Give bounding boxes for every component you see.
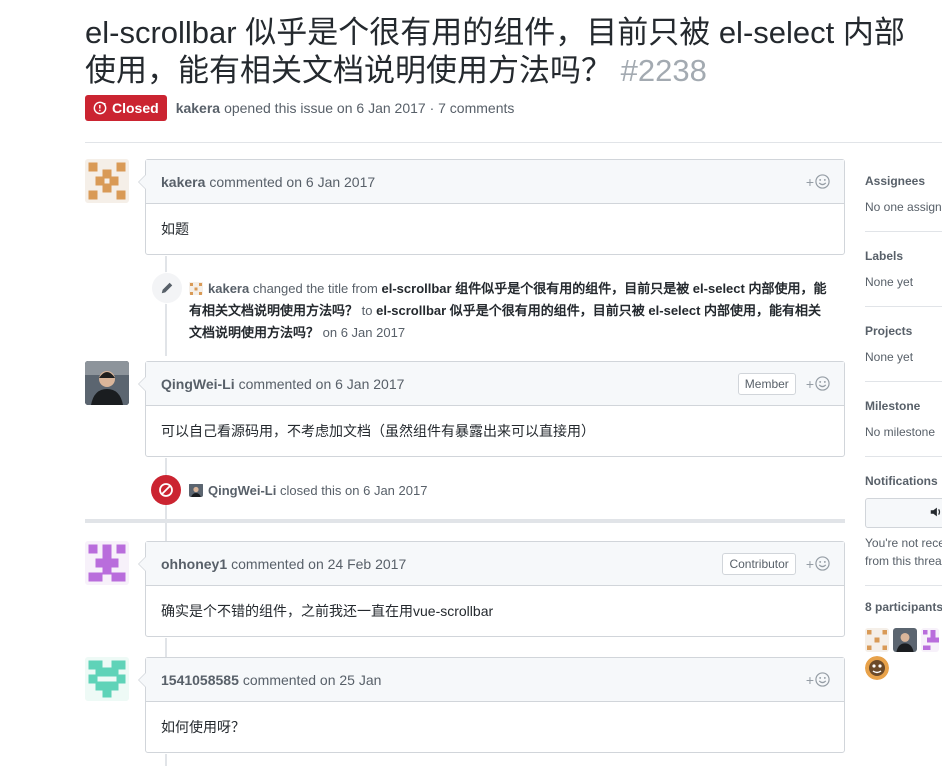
avatar-ohhoney1[interactable] (85, 541, 129, 585)
sidebar-heading[interactable]: Milestone (865, 399, 942, 413)
circle-slash-icon (151, 475, 181, 505)
issue-opened-text: opened this issue on 6 Jan 2017 · 7 comm… (224, 100, 515, 116)
issue-title-text: el-scrollbar 似乎是个很有用的组件，目前只被 el-select 内… (85, 15, 905, 88)
rename-event: kakera changed the title from el-scrollb… (189, 278, 834, 344)
comment-author[interactable]: QingWei-Li (161, 376, 235, 392)
comment-author[interactable]: 1541058585 (161, 672, 239, 688)
avatar-qingwei-li-small[interactable] (189, 483, 203, 497)
rename-text: changed the title from (252, 281, 378, 296)
comment-author[interactable]: kakera (161, 174, 205, 190)
comment-body: 如题 (161, 221, 189, 237)
comment-1: kakera commented on 6 Jan 2017 + 如题 (138, 159, 845, 255)
sidebar-heading[interactable]: Projects (865, 324, 942, 338)
status-label: Closed (112, 100, 159, 116)
comment-author[interactable]: ohhoney1 (161, 556, 227, 572)
add-reaction-button[interactable]: + (806, 556, 830, 572)
comment-header: 1541058585 commented on 25 Jan + (146, 658, 844, 702)
participant-avatar[interactable] (865, 628, 889, 652)
add-reaction-button[interactable]: + (806, 174, 830, 190)
sidebar-assignees[interactable]: Assignees No one assigne (865, 174, 942, 214)
closed-divider (85, 519, 845, 523)
comment-header: ohhoney1 commented on 24 Feb 2017 Contri… (146, 542, 844, 586)
avatar-qingwei-li[interactable] (85, 361, 129, 405)
sidebar-projects[interactable]: Projects None yet (865, 324, 942, 364)
sidebar-heading[interactable]: Assignees (865, 174, 942, 188)
issue-number: #2238 (620, 53, 707, 88)
sidebar-value: No milestone (865, 425, 936, 439)
sidebar-participants: 8 participants (865, 600, 942, 614)
closed-issue-icon (93, 101, 107, 115)
avatar-kakera[interactable] (85, 159, 129, 203)
speaker-icon (930, 507, 941, 517)
sidebar-value: No one assigne (865, 200, 942, 214)
avatar-1541058585[interactable] (85, 657, 129, 701)
sidebar-notifications: Notifications (865, 474, 942, 488)
comment-timestamp[interactable]: commented on 24 Feb 2017 (231, 556, 406, 572)
comment-3: ohhoney1 commented on 24 Feb 2017 Contri… (138, 541, 845, 637)
rename-text: to (361, 303, 373, 318)
divider (865, 231, 942, 232)
timeline-line (165, 256, 167, 356)
notifications-note: You're not rece from this threa (865, 534, 942, 570)
issue-author-link[interactable]: kakera (176, 100, 220, 116)
subscribe-button[interactable] (865, 498, 942, 528)
participants-list (865, 628, 942, 680)
sidebar-milestone[interactable]: Milestone No milestone (865, 399, 942, 439)
notification-reason: from this threa (865, 554, 942, 568)
smiley-icon (815, 672, 830, 687)
status-badge: Closed (85, 95, 167, 121)
add-reaction-button[interactable]: + (806, 672, 830, 688)
rename-timestamp[interactable]: on 6 Jan 2017 (323, 325, 405, 340)
participant-avatar[interactable] (865, 656, 889, 680)
closed-by[interactable]: QingWei-Li (208, 483, 276, 498)
pencil-icon (151, 272, 183, 304)
sidebar-value: None yet (865, 350, 914, 364)
divider (865, 306, 942, 307)
comment-body: 可以自己看源码用，不考虑加文档（虽然组件有暴露出来可以直接用） (161, 423, 595, 439)
comment-body: 确实是个不错的组件，之前我还一直在用vue-scrollbar (161, 603, 494, 619)
issue-meta: Closed kakera opened this issue on 6 Jan… (85, 95, 514, 121)
comment-timestamp[interactable]: commented on 6 Jan 2017 (209, 174, 375, 190)
notification-reason: You're not rece (865, 536, 942, 550)
divider (865, 381, 942, 382)
sidebar-heading[interactable]: Labels (865, 249, 942, 263)
comment-timestamp[interactable]: commented on 6 Jan 2017 (239, 376, 405, 392)
timeline-line (165, 754, 167, 766)
divider (85, 142, 942, 143)
issue-title: el-scrollbar 似乎是个很有用的组件，目前只被 el-select 内… (85, 14, 925, 90)
participants-count: 8 participants (865, 600, 942, 614)
timeline-line (165, 523, 167, 541)
participant-avatar[interactable] (921, 628, 939, 652)
rename-author[interactable]: kakera (208, 281, 249, 296)
sidebar-heading: Notifications (865, 474, 938, 488)
add-reaction-button[interactable]: + (806, 376, 830, 392)
participant-avatar[interactable] (893, 628, 917, 652)
comment-header: QingWei-Li commented on 6 Jan 2017 Membe… (146, 362, 844, 406)
comment-body: 如何使用呀？ (161, 719, 245, 735)
smiley-icon (815, 376, 830, 391)
closed-event: QingWei-Li closed this on 6 Jan 2017 (189, 480, 834, 502)
avatar-kakera-small[interactable] (189, 281, 203, 295)
contributor-badge: Contributor (722, 552, 796, 575)
member-badge: Member (737, 372, 796, 395)
smiley-icon (815, 174, 830, 189)
comment-4: 1541058585 commented on 25 Jan + 如何使用呀？ (138, 657, 845, 753)
sidebar-labels[interactable]: Labels None yet (865, 249, 942, 289)
closed-text[interactable]: closed this on 6 Jan 2017 (280, 483, 427, 498)
comment-2: QingWei-Li commented on 6 Jan 2017 Membe… (138, 361, 845, 457)
timeline-line (165, 638, 167, 658)
sidebar-value: None yet (865, 275, 914, 289)
divider (865, 585, 942, 586)
comment-timestamp[interactable]: commented on 25 Jan (243, 672, 382, 688)
smiley-icon (815, 556, 830, 571)
divider (865, 456, 942, 457)
comment-header: kakera commented on 6 Jan 2017 + (146, 160, 844, 204)
